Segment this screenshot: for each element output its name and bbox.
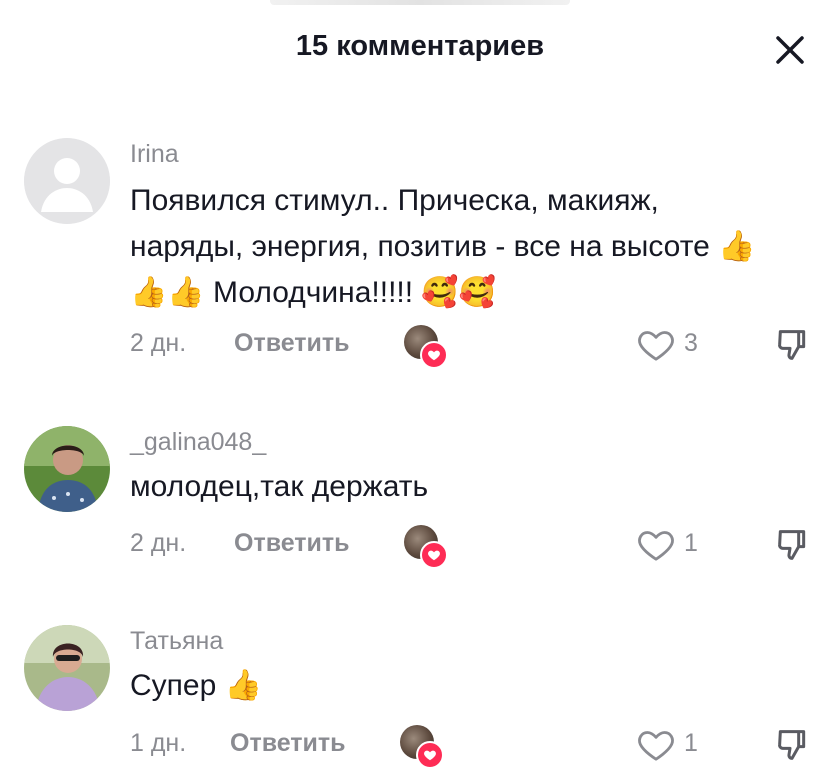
dislike-button[interactable]: [772, 525, 812, 565]
like-count: 3: [684, 329, 698, 357]
like-button[interactable]: 3: [636, 325, 698, 365]
comment-time: 2 дн.: [130, 329, 187, 357]
comment-text: Супер 👍: [130, 669, 262, 702]
user-photo-icon: [24, 426, 110, 512]
creator-liked-heart-icon: [420, 541, 448, 569]
comment-time: 2 дн.: [130, 529, 187, 557]
creator-liked-badge: [400, 725, 444, 769]
dislike-icon: [778, 530, 806, 560]
comments-header: 15 комментариев: [0, 0, 840, 100]
heart-outline-icon: [638, 331, 674, 361]
dislike-icon: [778, 330, 806, 360]
reply-button[interactable]: Ответить: [234, 529, 350, 558]
creator-liked-heart-icon: [416, 741, 444, 769]
like-button[interactable]: 1: [636, 525, 698, 565]
comment-actions: 1 дн. Ответить 1: [130, 725, 820, 769]
like-count: 1: [684, 529, 698, 557]
heart-outline-icon: [638, 731, 674, 761]
comments-count-title: 15 комментариев: [295, 30, 545, 62]
avatar[interactable]: [24, 138, 110, 224]
creator-liked-badge: [404, 525, 448, 569]
avatar[interactable]: [24, 426, 110, 512]
default-avatar-icon: [24, 138, 110, 224]
user-photo-icon: [24, 625, 110, 711]
avatar[interactable]: [24, 625, 110, 711]
reply-button[interactable]: Ответить: [230, 729, 346, 758]
comment-item: _galina048_ молодец,так держать 2 дн. От…: [0, 418, 840, 578]
dislike-button[interactable]: [772, 725, 812, 765]
dislike-icon: [778, 730, 806, 760]
like-count: 1: [684, 729, 698, 757]
comment-username[interactable]: Irina: [130, 140, 179, 169]
dislike-button[interactable]: [772, 325, 812, 365]
creator-liked-badge: [404, 325, 448, 369]
reply-button[interactable]: Ответить: [234, 329, 350, 358]
comment-username[interactable]: Татьяна: [130, 627, 223, 656]
comment-item: Татьяна Супер 👍 1 дн. Ответить 1: [0, 617, 840, 778]
close-icon: [776, 36, 804, 64]
comment-actions: 2 дн. Ответить 1: [130, 525, 820, 569]
comment-actions: 2 дн. Ответить 3: [130, 325, 820, 369]
like-button[interactable]: 1: [636, 725, 698, 765]
heart-outline-icon: [638, 531, 674, 561]
creator-liked-heart-icon: [420, 341, 448, 369]
comment-time: 1 дн.: [130, 729, 187, 757]
comment-item: Irina Появился стимул.. Прическа, макияж…: [0, 128, 840, 378]
comment-text: молодец,так держать: [130, 470, 429, 503]
comment-text: Появился стимул.. Прическа, макияж, наря…: [130, 184, 756, 309]
comment-username[interactable]: _galina048_: [130, 428, 266, 457]
close-button[interactable]: [770, 30, 810, 70]
